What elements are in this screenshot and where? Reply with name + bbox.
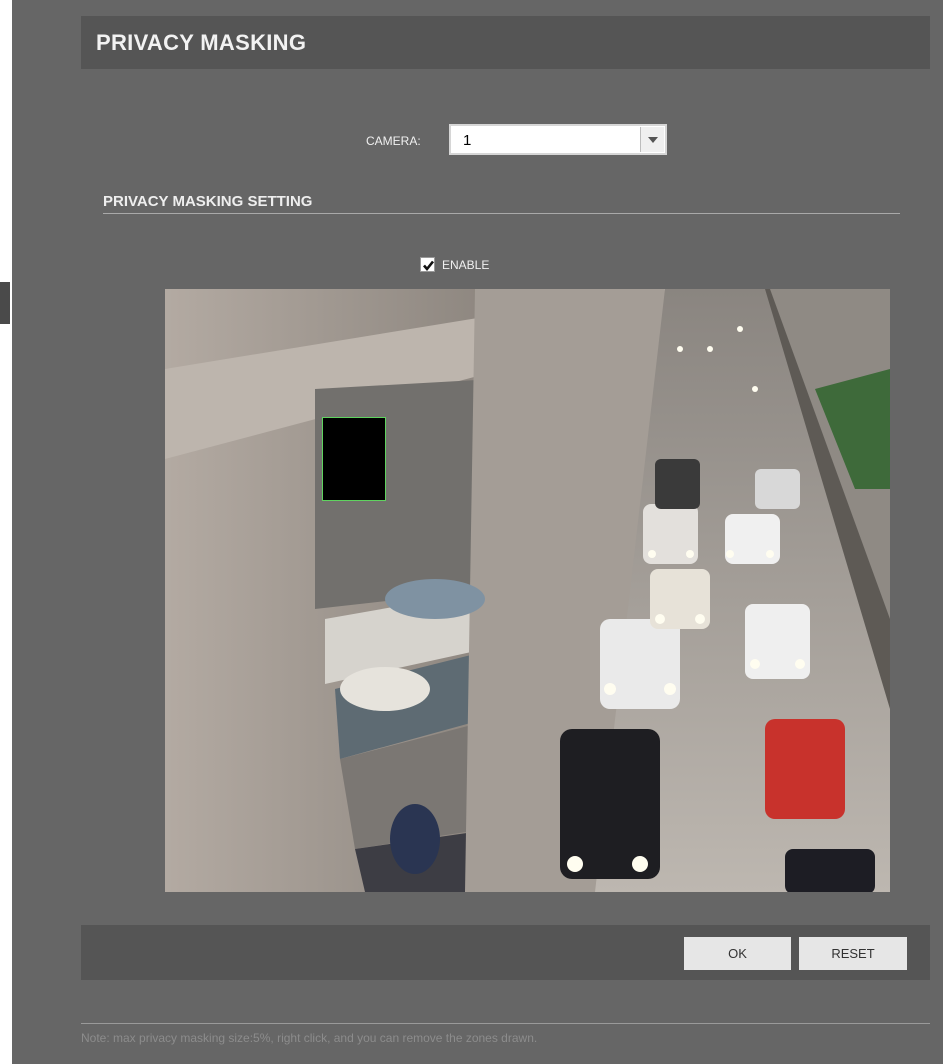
section-title: PRIVACY MASKING SETTING <box>103 193 313 210</box>
camera-preview[interactable] <box>165 289 890 892</box>
section-divider <box>103 213 900 214</box>
camera-select-value: 1 <box>463 132 472 149</box>
left-edge-tab <box>0 282 10 324</box>
page-title: PRIVACY MASKING <box>96 30 307 55</box>
enable-label: ENABLE <box>442 258 490 272</box>
ok-button[interactable]: OK <box>684 937 791 970</box>
camera-label: CAMERA: <box>366 134 421 148</box>
camera-image <box>165 289 890 892</box>
checkmark-icon <box>423 260 435 272</box>
note-text: Note: max privacy masking size:5%, right… <box>81 1031 538 1045</box>
note-divider <box>81 1023 930 1024</box>
chevron-down-icon[interactable] <box>640 127 664 152</box>
title-bar: PRIVACY MASKING <box>81 16 930 69</box>
camera-select[interactable]: 1 <box>449 124 667 155</box>
enable-checkbox[interactable] <box>420 257 435 272</box>
reset-button[interactable]: RESET <box>799 937 907 970</box>
privacy-mask-zone[interactable] <box>322 417 386 501</box>
